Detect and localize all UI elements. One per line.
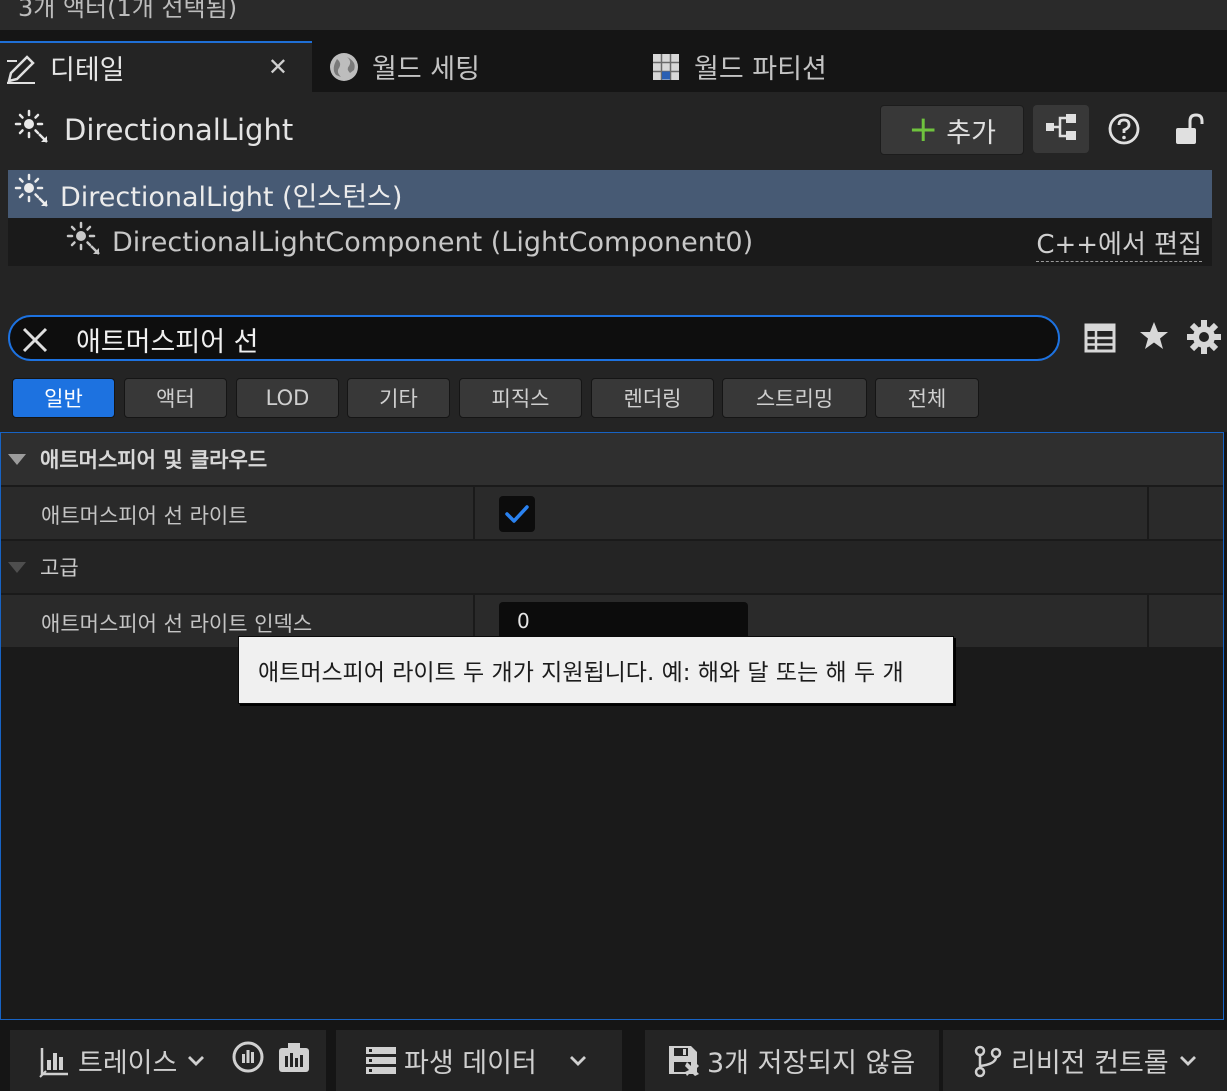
subcategory-advanced[interactable]: 고급 — [1, 541, 1223, 593]
trace-segment: 트레이스 — [10, 1030, 326, 1091]
details-panel-header: DirectionalLight + 추가 DirectionalLight (… — [0, 92, 1227, 297]
derived-data-segment[interactable]: 파생 데이터 — [336, 1030, 622, 1091]
tab-world-partition[interactable]: 월드 파티션 — [648, 41, 827, 92]
tab-world-partition-label: 월드 파티션 — [694, 54, 827, 85]
property-name: 애트머스피어 선 라이트 — [41, 504, 248, 528]
search-row: 애트머스피어 선 — [0, 297, 1227, 369]
actor-count-text: 3개 액터(1개 선택됨) — [18, 0, 238, 22]
directional-light-icon — [66, 221, 104, 264]
sun-light-index-value: 0 — [517, 609, 530, 633]
subcategory-label: 고급 — [40, 556, 79, 580]
property-panel: 애트머스피어 및 클라우드 애트머스피어 선 라이트 고급 애트머스피어 선 라… — [0, 432, 1224, 1020]
directional-light-icon — [14, 173, 52, 216]
globe-icon — [326, 49, 362, 85]
blueprint-button[interactable] — [1033, 105, 1089, 153]
chevron-down-icon[interactable] — [1175, 1048, 1201, 1074]
filter-lod[interactable]: LOD — [236, 378, 339, 418]
unsaved-segment[interactable]: 3개 저장되지 않음 — [645, 1030, 939, 1091]
component-tree: DirectionalLight (인스턴스) DirectionalLight… — [8, 170, 1212, 266]
component-child-label: DirectionalLightComponent (LightComponen… — [112, 226, 754, 258]
column-divider — [1147, 487, 1149, 539]
tab-details-label: 디테일 — [50, 55, 125, 86]
unsaved-label: 3개 저장되지 않음 — [707, 1048, 916, 1079]
property-row-atmosphere-sun-light: 애트머스피어 선 라이트 — [1, 487, 1223, 539]
grid-map-icon — [648, 49, 684, 85]
clear-search-icon[interactable] — [18, 323, 52, 357]
save-warning-icon — [667, 1044, 701, 1078]
object-name: DirectionalLight — [64, 113, 294, 147]
tab-details[interactable]: 디테일 ✕ — [0, 41, 312, 92]
trace-icon — [38, 1044, 72, 1078]
tab-world-settings[interactable]: 월드 세팅 — [326, 41, 480, 92]
unlock-icon[interactable] — [1171, 111, 1207, 147]
directional-light-icon — [14, 109, 54, 152]
revision-control-label: 리비전 컨트롤 — [1011, 1048, 1169, 1079]
filter-bar: 일반 액터 LOD 기타 피직스 렌더링 스트리밍 전체 — [0, 369, 1227, 432]
category-label: 애트머스피어 및 클라우드 — [40, 448, 268, 472]
gear-icon[interactable] — [1186, 319, 1222, 355]
filter-misc[interactable]: 기타 — [347, 378, 450, 418]
atmosphere-sun-light-checkbox[interactable] — [499, 496, 535, 532]
property-name: 애트머스피어 선 라이트 인덱스 — [41, 612, 313, 636]
column-divider — [1147, 595, 1149, 647]
close-icon[interactable]: ✕ — [268, 53, 288, 81]
filter-actor[interactable]: 액터 — [124, 378, 227, 418]
tooltip: 애트머스피어 라이트 두 개가 지원됩니다. 예: 해와 달 또는 해 두 개 — [238, 636, 954, 704]
filter-general[interactable]: 일반 — [12, 378, 115, 418]
property-matrix-icon[interactable] — [1083, 321, 1119, 357]
checkmark-icon — [505, 505, 529, 523]
status-bar: 트레이스 파생 데이터 3개 저장되지 않음 리비전 컨트롤 — [0, 1030, 1227, 1091]
trace-menu-button[interactable]: 트레이스 — [78, 1041, 177, 1080]
add-label: 추가 — [946, 117, 996, 149]
star-icon[interactable] — [1137, 319, 1173, 355]
tab-bar: 디테일 ✕ 월드 세팅 월드 파티션 — [0, 30, 1227, 92]
plus-icon: + — [908, 109, 939, 150]
derived-data-icon — [364, 1044, 398, 1078]
tooltip-text: 애트머스피어 라이트 두 개가 지원됩니다. 예: 해와 달 또는 해 두 개 — [258, 660, 904, 686]
search-value: 애트머스피어 선 — [76, 327, 259, 358]
component-row-root[interactable]: DirectionalLight (인스턴스) — [8, 170, 1212, 218]
top-strip: 3개 액터(1개 선택됨) — [0, 0, 1227, 30]
help-icon[interactable] — [1106, 111, 1142, 147]
record-trace-icon[interactable] — [231, 1040, 265, 1081]
category-atmosphere-clouds[interactable]: 애트머스피어 및 클라우드 — [1, 433, 1223, 485]
blueprint-icon — [1044, 112, 1078, 146]
filter-physics[interactable]: 피직스 — [459, 378, 582, 418]
derived-data-label: 파생 데이터 — [404, 1048, 537, 1079]
add-component-button[interactable]: + 추가 — [880, 105, 1024, 155]
filter-rendering[interactable]: 렌더링 — [591, 378, 714, 418]
filter-streaming[interactable]: 스트리밍 — [722, 378, 867, 418]
column-divider[interactable] — [473, 487, 475, 539]
chevron-down-icon[interactable] — [183, 1048, 209, 1074]
object-title: DirectionalLight — [14, 109, 294, 152]
revision-control-segment[interactable]: 리비전 컨트롤 — [943, 1030, 1227, 1091]
pencil-icon — [4, 50, 40, 86]
filter-all[interactable]: 전체 — [875, 378, 979, 418]
branch-icon — [971, 1044, 1005, 1078]
screenshot-icon[interactable] — [277, 1040, 311, 1081]
component-row-child[interactable]: DirectionalLightComponent (LightComponen… — [8, 218, 1212, 266]
chevron-down-icon[interactable] — [565, 1048, 591, 1074]
edit-in-cpp-link[interactable]: C++에서 편집 — [1036, 224, 1202, 262]
expand-triangle-icon[interactable] — [8, 561, 26, 573]
tab-world-settings-label: 월드 세팅 — [372, 54, 480, 85]
property-search-input[interactable]: 애트머스피어 선 — [8, 315, 1060, 361]
component-root-label: DirectionalLight (인스턴스) — [60, 181, 403, 213]
expand-triangle-icon[interactable] — [8, 453, 26, 465]
